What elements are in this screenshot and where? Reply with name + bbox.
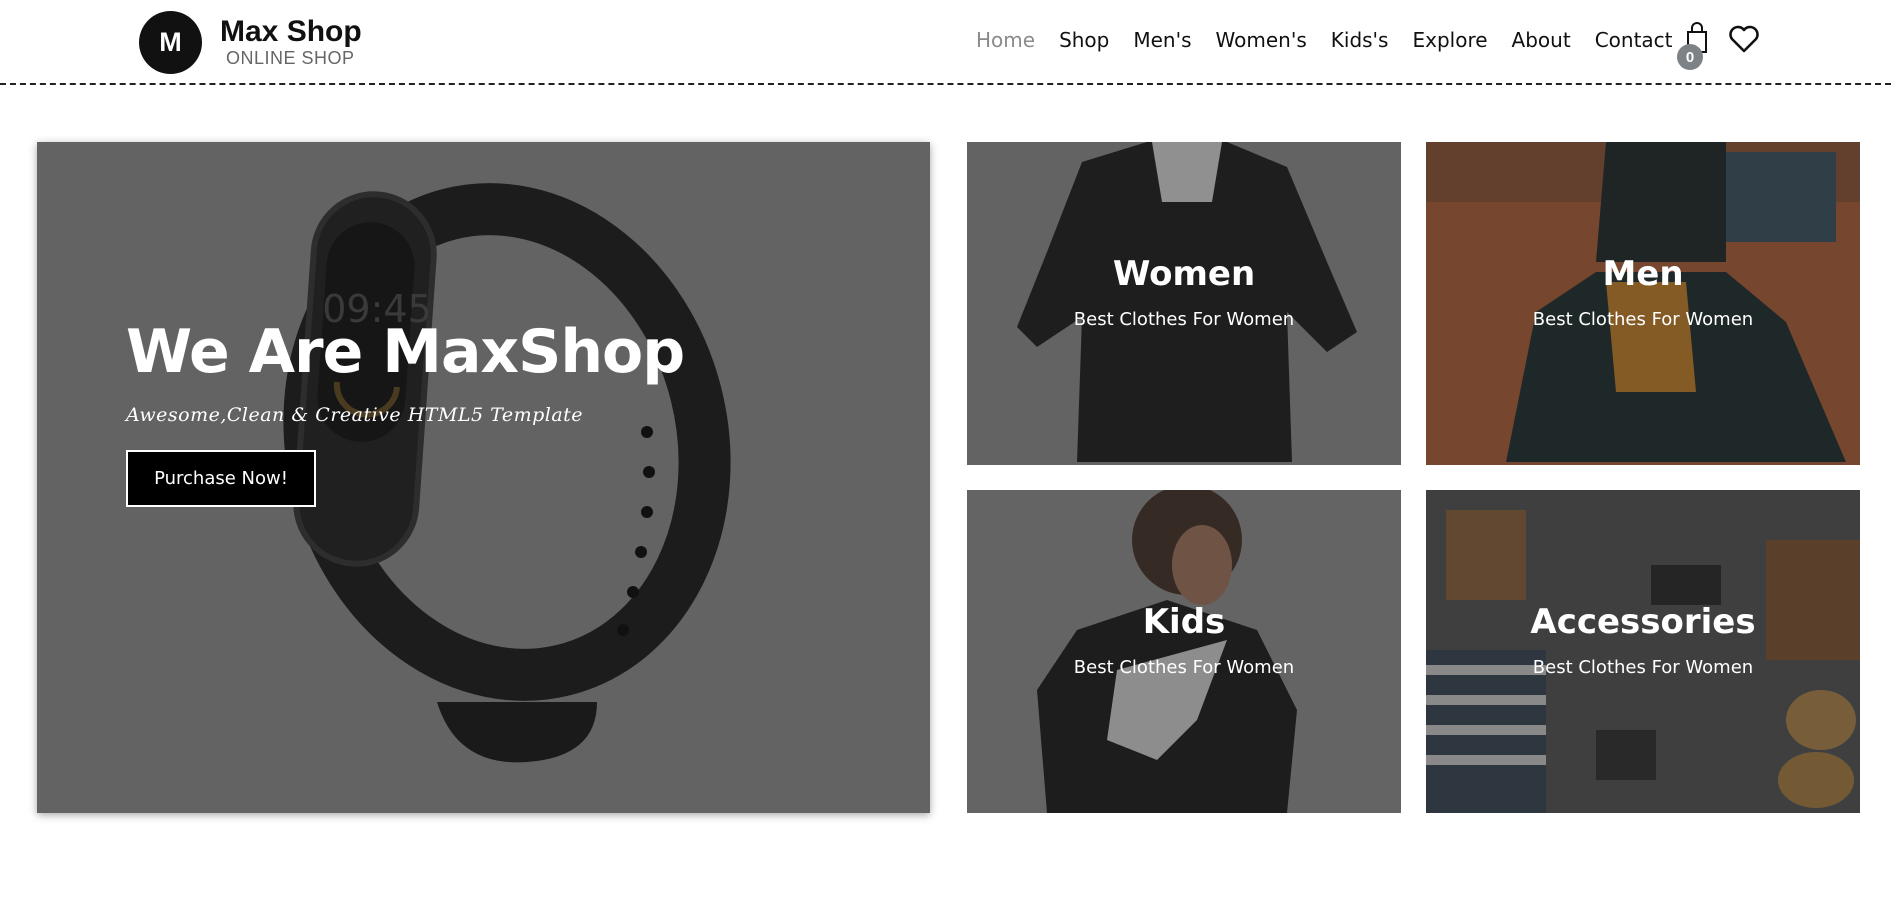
nav-item-explore[interactable]: Explore	[1412, 28, 1487, 52]
brand-name: Max Shop	[220, 15, 362, 48]
nav-item-kids[interactable]: Kids's	[1331, 28, 1389, 52]
category-subtitle: Best Clothes For Women	[1073, 309, 1295, 330]
heart-icon	[1729, 25, 1759, 53]
site-header: M Max Shop ONLINE SHOP Home Shop Men's W…	[0, 0, 1891, 85]
nav-item-shop[interactable]: Shop	[1059, 28, 1109, 52]
hero-banner: 09:45 We Are MaxShop Awesome,Clean & Cre…	[37, 142, 930, 813]
category-subtitle: Best Clothes For Women	[1073, 657, 1295, 678]
category-subtitle: Best Clothes For Women	[1532, 657, 1754, 678]
category-title: Women	[1112, 254, 1256, 294]
category-tile-women[interactable]: Women Best Clothes For Women	[967, 142, 1401, 465]
category-tile-kids[interactable]: Kids Best Clothes For Women	[967, 490, 1401, 813]
category-title: Accessories	[1530, 602, 1756, 642]
nav-item-about[interactable]: About	[1512, 28, 1571, 52]
hero-title: We Are MaxShop	[126, 317, 685, 387]
nav-item-womens[interactable]: Women's	[1216, 28, 1307, 52]
site-logo[interactable]: M Max Shop ONLINE SHOP	[139, 11, 362, 74]
tile-overlay	[1426, 490, 1860, 813]
logo-text: Max Shop ONLINE SHOP	[220, 16, 362, 69]
wishlist-button[interactable]	[1728, 25, 1760, 57]
nav-item-home[interactable]: Home	[976, 28, 1035, 52]
cart-button[interactable]: 0	[1677, 22, 1712, 70]
cart-count-badge: 0	[1677, 44, 1703, 70]
category-subtitle: Best Clothes For Women	[1532, 309, 1754, 330]
category-tile-accessories[interactable]: Accessories Best Clothes For Women	[1426, 490, 1860, 813]
logo-badge: M	[139, 11, 202, 74]
category-title: Kids	[1142, 602, 1226, 642]
category-tile-men[interactable]: Men Best Clothes For Women	[1426, 142, 1860, 465]
purchase-button[interactable]: Purchase Now!	[126, 450, 316, 507]
nav-item-mens[interactable]: Men's	[1133, 28, 1191, 52]
tile-overlay	[967, 490, 1401, 813]
tile-overlay	[967, 142, 1401, 465]
hero-subtitle: Awesome,Clean & Creative HTML5 Template	[126, 404, 584, 426]
category-title: Men	[1602, 254, 1684, 294]
brand-tagline: ONLINE SHOP	[226, 48, 355, 68]
nav-item-contact[interactable]: Contact	[1595, 28, 1673, 52]
main-nav: Home Shop Men's Women's Kids's Explore A…	[976, 28, 1697, 52]
tile-overlay	[1426, 142, 1860, 465]
